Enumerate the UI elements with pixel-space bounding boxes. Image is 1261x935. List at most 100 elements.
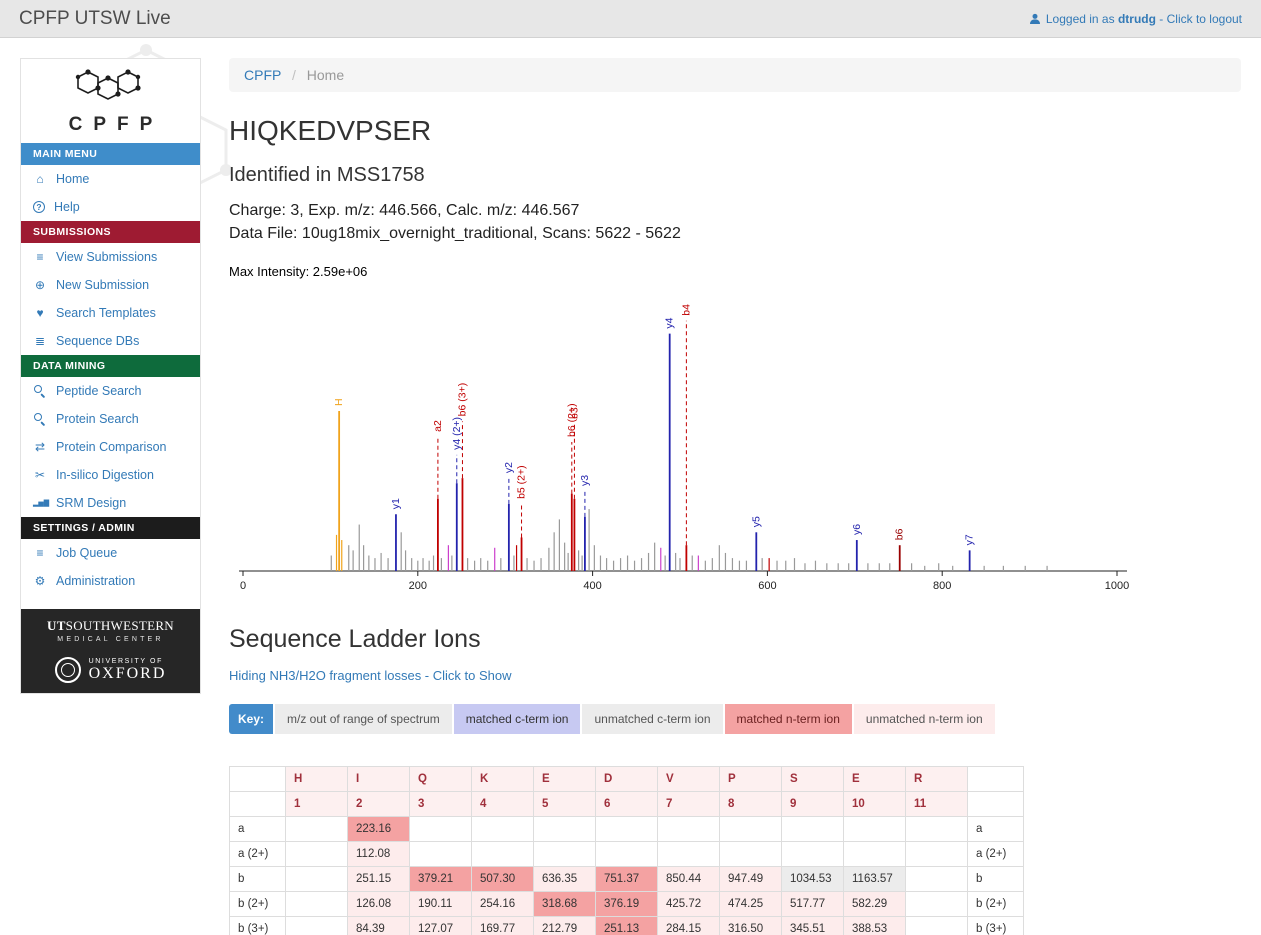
identified-in: Identified in MSS1758 xyxy=(229,164,1241,187)
view-submissions-icon: ≡ xyxy=(33,250,47,264)
sidebar-item-help[interactable]: ?Help xyxy=(21,193,200,221)
srm-design-icon: ▂▅▇ xyxy=(33,499,47,507)
administration-icon: ⚙ xyxy=(33,574,47,588)
fragment-losses-toggle[interactable]: Hiding NH3/H2O fragment losses - Click t… xyxy=(229,668,512,683)
key-item: matched c-term ion xyxy=(454,704,581,734)
sidebar-item-view-submissions[interactable]: ≡View Submissions xyxy=(21,243,200,271)
position-header: 6 xyxy=(596,792,658,817)
position-header-row: 1234567891011 xyxy=(230,792,1024,817)
sidebar-item-srm-design[interactable]: ▂▅▇SRM Design xyxy=(21,489,200,517)
residue-header: V xyxy=(658,767,720,792)
sidebar-item-protein-comparison[interactable]: ⇄Protein Comparison xyxy=(21,433,200,461)
cpfp-logo[interactable]: CPFP xyxy=(21,59,200,143)
row-label: b (3+) xyxy=(968,917,1024,935)
empty-cell xyxy=(534,817,596,842)
empty-cell xyxy=(596,817,658,842)
protein-comparison-icon: ⇄ xyxy=(33,440,47,454)
cpfp-logo-text: CPFP xyxy=(27,114,194,136)
peak-label: y4 (2+) xyxy=(451,417,463,450)
peak-label: y7 xyxy=(964,535,976,546)
logout-link[interactable]: - Click to logout xyxy=(1159,12,1242,26)
row-label: a (2+) xyxy=(968,842,1024,867)
sidebar-item-label: Sequence DBs xyxy=(56,334,139,348)
login-status[interactable]: Logged in as dtrudg - Click to logout xyxy=(1029,12,1242,26)
residue-header: K xyxy=(472,767,534,792)
empty-cell xyxy=(286,817,348,842)
username: dtrudg xyxy=(1118,12,1156,26)
peak-label: H xyxy=(333,399,345,407)
ion-mz-cell: 388.53 xyxy=(844,917,906,935)
empty-cell xyxy=(844,842,906,867)
ion-mz-cell: 947.49 xyxy=(720,867,782,892)
peak-label: b5 (2+) xyxy=(516,466,528,500)
ion-mz-cell: 169.77 xyxy=(472,917,534,935)
ion-mz-cell: 223.16 xyxy=(348,817,410,842)
position-header: 3 xyxy=(410,792,472,817)
key-item: unmatched n-term ion xyxy=(854,704,995,734)
peak-label: b3 xyxy=(568,408,580,420)
position-header: 5 xyxy=(534,792,596,817)
breadcrumb-separator: / xyxy=(292,67,296,83)
empty-cell xyxy=(906,842,968,867)
sidebar-item-administration[interactable]: ⚙Administration xyxy=(21,567,200,595)
ion-mz-cell: 345.51 xyxy=(782,917,844,935)
ion-mz-cell: 1034.53 xyxy=(782,867,844,892)
empty-cell xyxy=(286,917,348,935)
empty-cell xyxy=(286,892,348,917)
ion-mz-cell: 751.37 xyxy=(596,867,658,892)
sidebar-item-protein-search[interactable]: Protein Search xyxy=(21,405,200,433)
sidebar-item-sequence-dbs[interactable]: ≣Sequence DBs xyxy=(21,327,200,355)
sidebar: CPFP MAIN MENU⌂Home?HelpSUBMISSIONS≡View… xyxy=(20,58,201,694)
breadcrumb-current: Home xyxy=(307,67,344,83)
sidebar-menu: MAIN MENU⌂Home?HelpSUBMISSIONS≡View Subm… xyxy=(21,143,200,595)
position-header: 8 xyxy=(720,792,782,817)
sidebar-item-label: Protein Search xyxy=(56,412,139,426)
ion-mz-cell: 316.50 xyxy=(720,917,782,935)
datafile-line: Data File: 10ug18mix_overnight_tradition… xyxy=(229,223,1241,246)
oxford-text: UNIVERSITY OF OXFORD xyxy=(89,658,167,683)
sidebar-item-peptide-search[interactable]: Peptide Search xyxy=(21,377,200,405)
sidebar-item-search-templates[interactable]: ♥Search Templates xyxy=(21,299,200,327)
breadcrumb-link-cpfp[interactable]: CPFP xyxy=(244,67,281,83)
oxford-logo: UNIVERSITY OF OXFORD xyxy=(29,650,192,683)
peak-label: b6 xyxy=(894,529,906,541)
sidebar-item-new-submission[interactable]: ⊕New Submission xyxy=(21,271,200,299)
key-item: unmatched c-term ion xyxy=(582,704,722,734)
oxford-university-of: UNIVERSITY OF xyxy=(89,658,167,665)
empty-cell xyxy=(720,817,782,842)
axis-tick-label: 1000 xyxy=(1105,580,1129,592)
empty-cell xyxy=(720,842,782,867)
ion-mz-cell: 507.30 xyxy=(472,867,534,892)
corner-cell xyxy=(230,767,286,792)
position-header: 1 xyxy=(286,792,348,817)
logged-in-text: Logged in as dtrudg - Click to logout xyxy=(1046,12,1242,26)
sidebar-item-label: Help xyxy=(54,200,80,214)
sidebar-item-label: Peptide Search xyxy=(56,384,141,398)
row-label: b (2+) xyxy=(230,892,286,917)
ion-mz-cell: 251.13 xyxy=(596,917,658,935)
sidebar-item-label: In-silico Digestion xyxy=(56,468,154,482)
peptide-title: HIQKEDVPSER xyxy=(229,115,1241,147)
sidebar-item-home[interactable]: ⌂Home xyxy=(21,165,200,193)
axis-tick-label: 200 xyxy=(409,580,427,592)
residue-header: Q xyxy=(410,767,472,792)
sidebar-item-job-queue[interactable]: ≡Job Queue xyxy=(21,539,200,567)
row-label: b xyxy=(968,867,1024,892)
ion-mz-cell: 636.35 xyxy=(534,867,596,892)
page-layout: CPFP MAIN MENU⌂Home?HelpSUBMISSIONS≡View… xyxy=(0,38,1261,935)
empty-cell xyxy=(410,842,472,867)
peptide-search-icon xyxy=(33,385,47,397)
ion-mz-cell: 1163.57 xyxy=(844,867,906,892)
ion-mz-cell: 254.16 xyxy=(472,892,534,917)
ion-mz-cell: 112.08 xyxy=(348,842,410,867)
empty-cell xyxy=(844,817,906,842)
ion-mz-cell: 376.19 xyxy=(596,892,658,917)
position-header: 2 xyxy=(348,792,410,817)
search-templates-icon: ♥ xyxy=(33,306,47,320)
org-logos: UTSOUTHWESTERN MEDICAL CENTER UNIVERSITY… xyxy=(21,609,200,693)
main-content: CPFP / Home HIQKEDVPSER Identified in MS… xyxy=(229,58,1241,935)
utsw-medical-center: MEDICAL CENTER xyxy=(29,636,192,643)
peak-label: y2 xyxy=(503,462,515,473)
row-label: a (2+) xyxy=(230,842,286,867)
sidebar-item-in-silico-digestion[interactable]: ✂In-silico Digestion xyxy=(21,461,200,489)
